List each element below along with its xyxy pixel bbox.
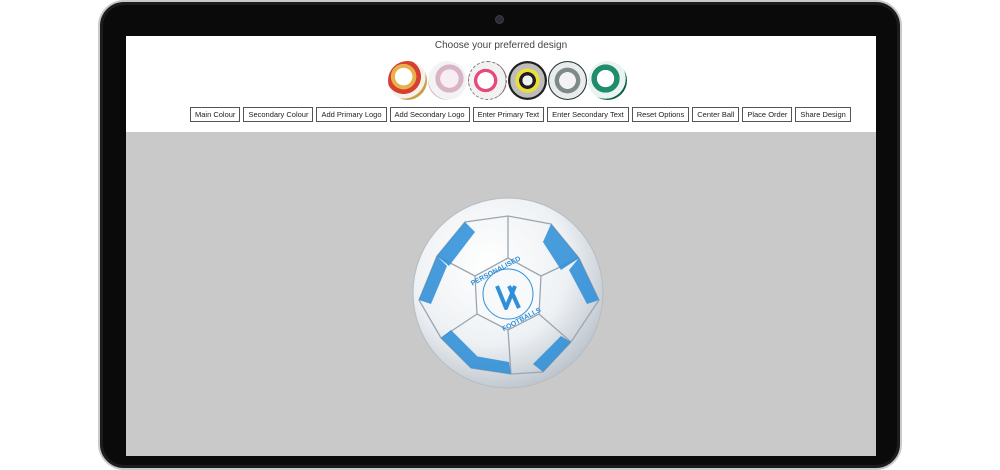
enter-primary-text-button[interactable]: Enter Primary Text: [472, 107, 545, 122]
options-toolbar: Main Colour Secondary Colour Add Primary…: [190, 107, 851, 122]
3d-ball-viewer[interactable]: PERSONALISED FOOTBALLS: [126, 132, 876, 456]
reset-options-button[interactable]: Reset Options: [631, 107, 690, 122]
main-colour-button[interactable]: Main Colour: [190, 107, 241, 122]
design-thumbnail-2[interactable]: [428, 61, 467, 100]
design-thumbnail-3[interactable]: [468, 61, 507, 100]
design-thumbnail-4[interactable]: [508, 61, 547, 100]
football-model[interactable]: PERSONALISED FOOTBALLS: [411, 196, 605, 390]
secondary-colour-button[interactable]: Secondary Colour: [243, 107, 314, 122]
design-thumbnail-6[interactable]: [588, 61, 627, 100]
design-heading: Choose your preferred design: [434, 40, 568, 51]
configurator-header: Choose your preferred design Main Colour…: [126, 36, 876, 132]
design-thumbnail-5[interactable]: [548, 61, 587, 100]
enter-secondary-text-button[interactable]: Enter Secondary Text: [547, 107, 629, 122]
football-render: PERSONALISED FOOTBALLS: [412, 197, 604, 389]
design-thumbnail-1[interactable]: [388, 61, 427, 100]
share-design-button[interactable]: Share Design: [795, 107, 851, 122]
add-secondary-logo-button[interactable]: Add Secondary Logo: [389, 107, 470, 122]
center-ball-button[interactable]: Center Ball: [692, 107, 740, 122]
design-picker: [388, 61, 627, 100]
webcam: [496, 16, 503, 23]
place-order-button[interactable]: Place Order: [742, 107, 793, 122]
app-screen: Choose your preferred design Main Colour…: [126, 36, 876, 456]
add-primary-logo-button[interactable]: Add Primary Logo: [316, 107, 387, 122]
